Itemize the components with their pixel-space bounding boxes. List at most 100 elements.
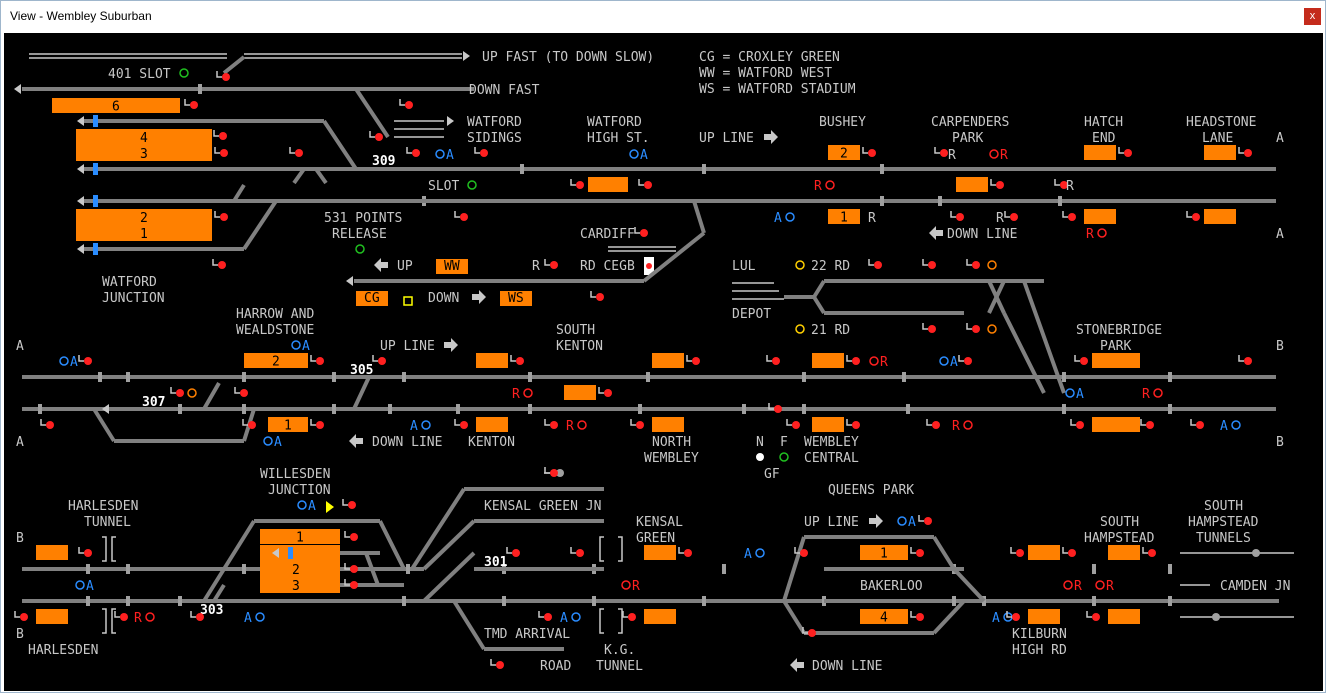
signal-icon[interactable] bbox=[550, 421, 558, 429]
signal-icon[interactable] bbox=[46, 421, 54, 429]
signal-icon[interactable] bbox=[646, 263, 652, 269]
signal-icon[interactable] bbox=[516, 357, 524, 365]
signal-icon[interactable] bbox=[1080, 357, 1088, 365]
train-berth[interactable] bbox=[1108, 609, 1140, 624]
train-berth[interactable] bbox=[812, 353, 844, 368]
signal-icon[interactable] bbox=[222, 73, 230, 81]
signal-icon[interactable] bbox=[1196, 421, 1204, 429]
signal-icon[interactable] bbox=[405, 101, 413, 109]
signal-icon[interactable] bbox=[1146, 421, 1154, 429]
signal-icon[interactable] bbox=[1148, 549, 1156, 557]
train-berth[interactable] bbox=[476, 417, 508, 432]
signal-icon[interactable] bbox=[928, 325, 936, 333]
train-berth[interactable] bbox=[652, 417, 684, 432]
signal-icon[interactable] bbox=[460, 213, 468, 221]
signal-icon[interactable] bbox=[1092, 613, 1100, 621]
signal-icon[interactable] bbox=[512, 549, 520, 557]
signal-icon[interactable] bbox=[924, 517, 932, 525]
signal-icon[interactable] bbox=[350, 565, 358, 573]
train-berth[interactable] bbox=[956, 177, 988, 192]
signal-icon[interactable] bbox=[1252, 549, 1260, 557]
signal-icon[interactable] bbox=[972, 325, 980, 333]
signal-icon[interactable] bbox=[1016, 549, 1024, 557]
signal-icon[interactable] bbox=[375, 133, 383, 141]
train-berth[interactable] bbox=[588, 177, 628, 192]
signal-icon[interactable] bbox=[350, 533, 358, 541]
signal-icon[interactable] bbox=[916, 613, 924, 621]
train-berth[interactable] bbox=[644, 609, 676, 624]
signal-icon[interactable] bbox=[964, 357, 972, 365]
train-berth[interactable] bbox=[652, 353, 684, 368]
train-berth[interactable] bbox=[1204, 145, 1236, 160]
signal-icon[interactable] bbox=[852, 421, 860, 429]
signal-icon[interactable] bbox=[350, 581, 358, 589]
signal-icon[interactable] bbox=[792, 421, 800, 429]
train-berth[interactable] bbox=[476, 353, 508, 368]
signal-icon[interactable] bbox=[940, 149, 948, 157]
signal-icon[interactable] bbox=[1124, 149, 1132, 157]
train-berth[interactable] bbox=[1084, 145, 1116, 160]
signal-icon[interactable] bbox=[772, 357, 780, 365]
signal-icon[interactable] bbox=[1192, 213, 1200, 221]
signal-icon[interactable] bbox=[596, 293, 604, 301]
signal-icon[interactable] bbox=[84, 357, 92, 365]
signal-icon[interactable] bbox=[1068, 549, 1076, 557]
signal-icon[interactable] bbox=[576, 181, 584, 189]
close-button[interactable]: x bbox=[1304, 8, 1321, 25]
train-berth[interactable] bbox=[1084, 209, 1116, 224]
train-berth[interactable] bbox=[260, 545, 340, 593]
signal-icon[interactable] bbox=[852, 357, 860, 365]
train-berth[interactable] bbox=[36, 545, 68, 560]
signal-icon[interactable] bbox=[916, 549, 924, 557]
train-berth[interactable] bbox=[1028, 545, 1060, 560]
signal-icon[interactable] bbox=[692, 357, 700, 365]
train-berth[interactable] bbox=[564, 385, 596, 400]
signal-icon[interactable] bbox=[1010, 213, 1018, 221]
signal-icon[interactable] bbox=[928, 261, 936, 269]
signal-icon[interactable] bbox=[808, 629, 816, 637]
train-berth[interactable] bbox=[36, 609, 68, 624]
signal-icon[interactable] bbox=[628, 613, 636, 621]
train-berth[interactable] bbox=[1108, 545, 1140, 560]
signal-icon[interactable] bbox=[684, 549, 692, 557]
train-berth[interactable] bbox=[644, 545, 676, 560]
signal-icon[interactable] bbox=[84, 549, 92, 557]
signal-icon[interactable] bbox=[120, 613, 128, 621]
signal-icon[interactable] bbox=[196, 613, 204, 621]
signal-icon[interactable] bbox=[412, 149, 420, 157]
signal-icon[interactable] bbox=[460, 421, 468, 429]
signal-icon[interactable] bbox=[240, 389, 248, 397]
signal-icon[interactable] bbox=[1244, 357, 1252, 365]
train-berth[interactable] bbox=[1092, 417, 1140, 432]
signal-icon[interactable] bbox=[874, 261, 882, 269]
signal-icon[interactable] bbox=[348, 501, 356, 509]
signal-icon[interactable] bbox=[644, 181, 652, 189]
signal-icon[interactable] bbox=[20, 613, 28, 621]
signal-icon[interactable] bbox=[550, 469, 558, 477]
signal-icon[interactable] bbox=[1076, 421, 1084, 429]
train-berth[interactable] bbox=[1204, 209, 1236, 224]
signal-icon[interactable] bbox=[220, 213, 228, 221]
signal-icon[interactable] bbox=[956, 213, 964, 221]
signal-icon[interactable] bbox=[1212, 613, 1220, 621]
signal-icon[interactable] bbox=[496, 661, 504, 669]
signal-icon[interactable] bbox=[1012, 613, 1020, 621]
signal-icon[interactable] bbox=[996, 181, 1004, 189]
signal-icon[interactable] bbox=[550, 261, 558, 269]
signal-icon[interactable] bbox=[248, 421, 256, 429]
signal-icon[interactable] bbox=[219, 132, 227, 140]
signal-icon[interactable] bbox=[1068, 213, 1076, 221]
signal-icon[interactable] bbox=[800, 549, 808, 557]
train-berth[interactable] bbox=[812, 417, 844, 432]
signal-icon[interactable] bbox=[176, 389, 184, 397]
signal-icon[interactable] bbox=[576, 549, 584, 557]
signal-icon[interactable] bbox=[316, 421, 324, 429]
signal-icon[interactable] bbox=[636, 421, 644, 429]
signal-icon[interactable] bbox=[190, 101, 198, 109]
signal-icon[interactable] bbox=[544, 613, 552, 621]
signal-icon[interactable] bbox=[480, 149, 488, 157]
signal-icon[interactable] bbox=[774, 405, 782, 413]
signal-icon[interactable] bbox=[868, 149, 876, 157]
signal-icon[interactable] bbox=[932, 421, 940, 429]
signal-icon[interactable] bbox=[640, 229, 648, 237]
